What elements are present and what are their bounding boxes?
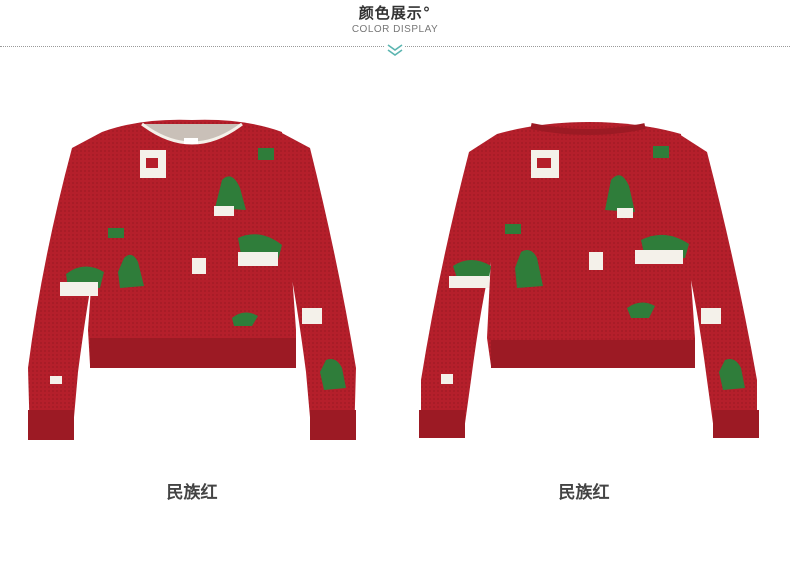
sweater-back-image	[419, 122, 759, 438]
sweater-front-image	[28, 119, 356, 440]
section-title: 颜色展示°	[358, 4, 432, 22]
color-label-front: 民族红	[166, 483, 218, 503]
color-label-back: 民族红	[558, 483, 610, 503]
double-chevron-down-icon	[385, 42, 405, 56]
section-header: 颜色展示° COLOR DISPLAY	[0, 0, 790, 60]
section-subtitle: COLOR DISPLAY	[351, 24, 439, 35]
